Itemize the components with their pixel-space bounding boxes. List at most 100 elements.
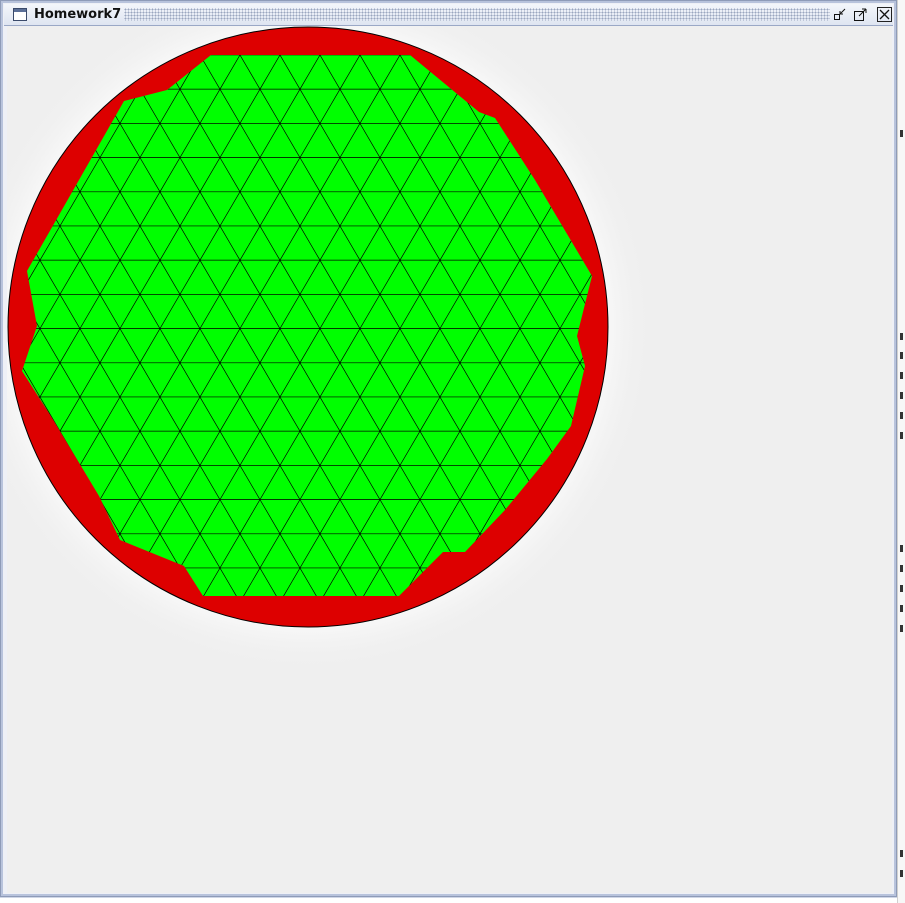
mesh-triangle [680, 123, 720, 157]
mesh-triangle [660, 329, 700, 363]
mesh-triangle [700, 158, 740, 192]
mesh-triangle [640, 89, 680, 123]
mesh-triangle [520, 602, 560, 636]
mesh-triangle [680, 431, 720, 465]
mesh-triangle [59, 55, 101, 56]
mesh-triangle [579, 88, 592, 124]
mesh-triangle [620, 55, 660, 89]
background-window-edge [897, 0, 905, 903]
window-bottom-edge [0, 897, 897, 903]
mesh-triangle [22, 55, 41, 90]
mesh-triangle [700, 363, 740, 397]
mesh-triangle [700, 431, 740, 465]
mesh-triangle [7, 55, 20, 89]
mesh-triangle [660, 158, 700, 192]
mesh-triangle [660, 192, 700, 226]
mesh-triangle [22, 533, 41, 569]
mesh-triangle [620, 158, 660, 192]
mesh-triangle [40, 602, 80, 636]
mesh-triangle [660, 226, 700, 260]
mesh-triangle [700, 26, 740, 55]
mesh-triangle [660, 397, 700, 431]
mesh-triangle [660, 26, 700, 55]
mesh-triangle [600, 500, 640, 534]
mesh-triangle [680, 568, 720, 602]
mesh-triangle [680, 363, 720, 397]
mesh-triangle [579, 533, 592, 569]
mesh-triangle [580, 602, 620, 636]
mesh-triangle [700, 89, 740, 123]
mesh-triangle [600, 123, 640, 157]
mesh-triangle [579, 55, 592, 56]
mesh-triangle [640, 534, 680, 568]
mesh-triangle [660, 431, 700, 465]
mesh-triangle [660, 568, 700, 602]
mesh-triangle [559, 567, 592, 596]
mesh-triangle [20, 602, 60, 636]
mesh-triangle [680, 226, 720, 260]
mesh-triangle [660, 55, 700, 89]
mesh-triangle [640, 397, 680, 431]
mesh-triangle [560, 602, 600, 636]
mesh-triangle [660, 294, 700, 328]
mesh-triangle [660, 89, 700, 123]
mesh-triangle [640, 55, 680, 89]
mesh-triangle [680, 602, 720, 636]
window-icon[interactable] [13, 8, 27, 21]
maximize-icon[interactable] [853, 7, 868, 22]
mesh-triangle [519, 55, 561, 56]
mesh-triangle [680, 26, 720, 55]
mesh-triangle [22, 55, 61, 56]
mesh-triangle [579, 567, 592, 596]
mesh-triangle [680, 294, 720, 328]
mesh-triangle [7, 89, 20, 123]
mesh-triangle [700, 500, 740, 534]
mesh-triangle [640, 602, 680, 636]
mesh-triangle [22, 567, 61, 596]
mesh-triangle [620, 602, 660, 636]
drawing-panel [7, 26, 892, 893]
mesh-triangle [640, 465, 680, 499]
mesh-triangle [660, 465, 700, 499]
mesh-triangle [660, 500, 700, 534]
mesh-triangle [680, 192, 720, 226]
mesh-triangle [680, 89, 720, 123]
mesh-triangle [620, 500, 660, 534]
mesh-triangle [620, 26, 660, 55]
mesh-triangle [640, 123, 680, 157]
mesh-triangle [640, 192, 680, 226]
mesh-triangle [700, 226, 740, 260]
mesh-triangle [600, 55, 640, 89]
mesh-triangle [22, 55, 61, 90]
mesh-triangle [640, 26, 680, 55]
mesh-triangle [660, 602, 700, 636]
mesh-triangle [7, 568, 20, 602]
mesh-triangle [559, 55, 592, 90]
mesh-triangle [620, 568, 660, 602]
mesh-triangle [600, 568, 640, 602]
title-bar-grip[interactable] [124, 8, 830, 21]
mesh-triangle [559, 55, 592, 56]
mesh-triangle [680, 397, 720, 431]
mesh-triangle [640, 158, 680, 192]
application-window: Homework7 [0, 0, 897, 897]
mesh-triangle [620, 534, 660, 568]
mesh-triangle [640, 568, 680, 602]
mesh-triangle [640, 500, 680, 534]
mesh-triangle [680, 158, 720, 192]
mesh-triangle [22, 567, 41, 596]
title-bar[interactable]: Homework7 [4, 4, 893, 26]
mesh-triangle [700, 294, 740, 328]
mesh-triangle [60, 602, 100, 636]
minimize-icon[interactable] [833, 7, 848, 22]
mesh-triangle [660, 260, 700, 294]
mesh-triangle [7, 602, 40, 636]
mesh-triangle [680, 329, 720, 363]
mesh-triangle [640, 431, 680, 465]
mesh-triangle [600, 534, 640, 568]
mesh-triangle [7, 534, 20, 568]
mesh-triangle [22, 55, 41, 56]
mesh-triangle [600, 89, 640, 123]
close-icon[interactable] [877, 7, 892, 22]
mesh-triangle [680, 534, 720, 568]
